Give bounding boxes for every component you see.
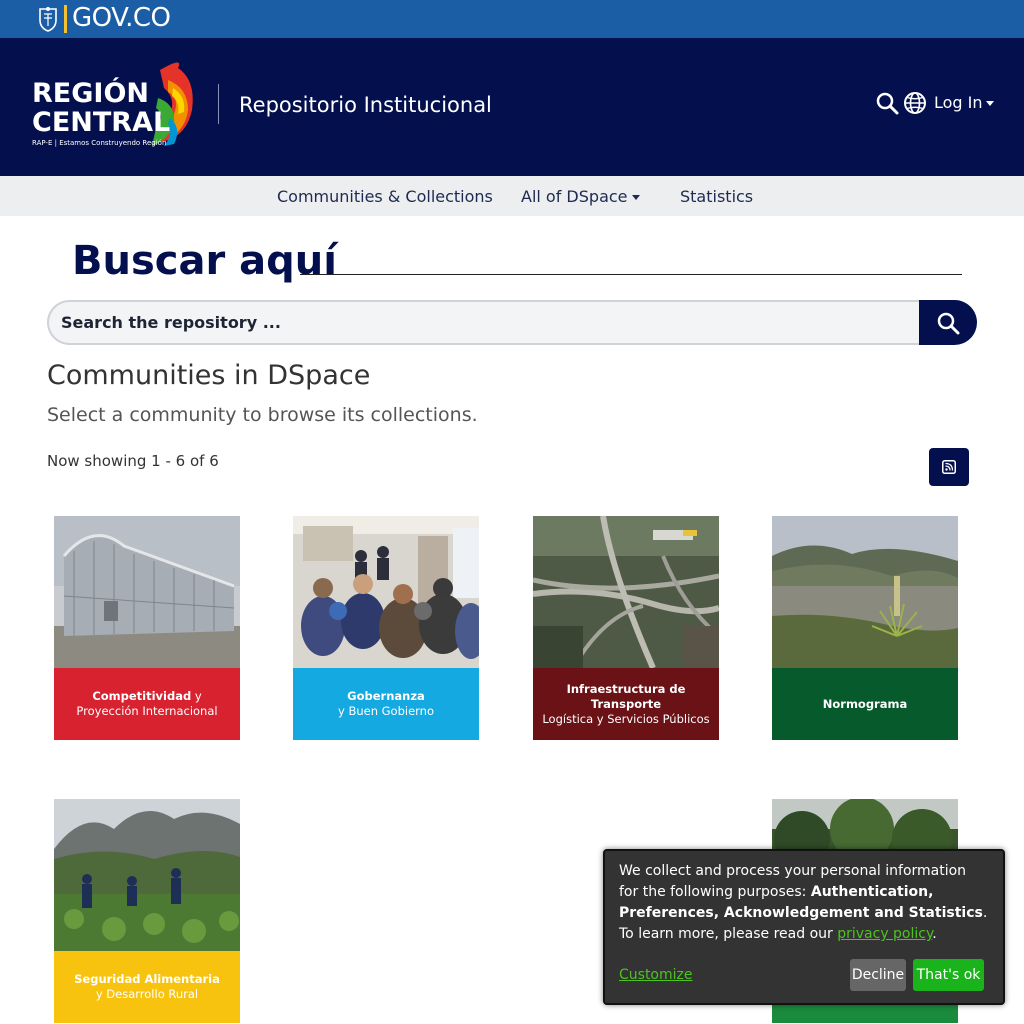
logo-tagline: RAP-E | Estamos Construyendo Región (32, 139, 166, 147)
gov-bar: GOV.CO (0, 0, 1024, 38)
community-card-competitividad[interactable]: Competitividad y Proyección Internaciona… (54, 516, 240, 740)
community-band: Gobernanza y Buen Gobierno (293, 668, 479, 740)
page-subtitle: Select a community to browse its collect… (47, 404, 478, 426)
main-nav: Communities & Collections All of DSpace … (0, 176, 1024, 216)
logo-line2: CENTRAL (32, 107, 170, 138)
logo-divider (218, 84, 219, 124)
login-dropdown[interactable]: Log In (934, 93, 994, 112)
globe-icon[interactable] (903, 91, 927, 115)
community-band: Competitividad y Proyección Internaciona… (54, 668, 240, 740)
nav-item-label: Statistics (680, 187, 754, 206)
customize-link[interactable]: Customize (619, 965, 693, 986)
community-name-suffix: y (191, 689, 202, 703)
community-band: Seguridad Alimentaria y Desarrollo Rural (54, 951, 240, 1023)
rss-feed-button[interactable] (929, 448, 969, 486)
community-thumbnail (293, 516, 479, 668)
gov-co-link[interactable]: GOV.CO (72, 3, 171, 33)
chevron-down-icon (631, 195, 640, 200)
community-subtitle: y Desarrollo Rural (95, 987, 199, 1001)
community-name: Competitividad (92, 689, 192, 703)
community-name: Seguridad Alimentaria (74, 972, 220, 986)
site-header: REGIÓN CENTRAL RAP-E | Estamos Construye… (0, 38, 1024, 176)
community-subtitle: Logística y Servicios Públicos (542, 711, 710, 726)
colombia-shield-icon (39, 7, 57, 32)
community-name: Gobernanza (347, 689, 425, 703)
search-heading: Buscar aquí (72, 238, 337, 284)
logo-line1: REGIÓN (32, 77, 149, 109)
learn-more-text: To learn more, please read our (619, 926, 838, 942)
login-label: Log In (934, 93, 983, 112)
gov-divider (64, 5, 67, 33)
repository-title: Repositorio Institucional (239, 93, 492, 117)
community-card-seguridad-alimentaria[interactable]: Seguridad Alimentaria y Desarrollo Rural (54, 799, 240, 1023)
rss-icon (942, 460, 956, 474)
community-band: Infraestructura de Transporte Logística … (533, 668, 719, 740)
accept-button[interactable]: That's ok (913, 959, 984, 991)
community-band: Normograma (772, 668, 958, 740)
community-card-normograma[interactable]: Normograma (772, 516, 958, 740)
search-icon[interactable] (875, 91, 899, 115)
search-icon (937, 312, 960, 335)
community-thumbnail (533, 516, 719, 668)
community-subtitle: y Buen Gobierno (337, 704, 435, 718)
decline-button[interactable]: Decline (850, 959, 906, 991)
search-input[interactable] (47, 300, 921, 345)
community-thumbnail (772, 516, 958, 668)
nav-item-label: All of DSpace (521, 187, 628, 206)
cookie-consent-dialog: We collect and process your personal inf… (603, 849, 1005, 1005)
nav-statistics[interactable]: Statistics (680, 187, 753, 206)
consent-learn-more: To learn more, please read our privacy p… (619, 926, 937, 942)
community-name: Infraestructura de Transporte (566, 681, 686, 711)
community-thumbnail (54, 799, 240, 951)
community-card-gobernanza[interactable]: Gobernanza y Buen Gobierno (293, 516, 479, 740)
search-submit-button[interactable] (919, 300, 977, 345)
nav-all-of-dspace[interactable]: All of DSpace (521, 187, 640, 206)
heading-rule (300, 274, 962, 275)
community-name: Normograma (822, 696, 908, 711)
consent-text: We collect and process your personal inf… (619, 861, 989, 924)
privacy-policy-link[interactable]: privacy policy (837, 926, 932, 942)
nav-communities-collections[interactable]: Communities & Collections (277, 187, 493, 206)
community-card-infraestructura[interactable]: Infraestructura de Transporte Logística … (533, 516, 719, 740)
chevron-down-icon (985, 101, 994, 106)
results-count: Now showing 1 - 6 of 6 (47, 452, 219, 470)
page-title: Communities in DSpace (47, 360, 371, 391)
community-thumbnail (54, 516, 240, 668)
region-central-logo[interactable]: REGIÓN CENTRAL RAP-E | Estamos Construye… (28, 58, 200, 153)
community-subtitle: Proyección Internacional (76, 704, 218, 718)
nav-item-label: Communities & Collections (277, 187, 493, 206)
consent-period: . (982, 905, 988, 921)
